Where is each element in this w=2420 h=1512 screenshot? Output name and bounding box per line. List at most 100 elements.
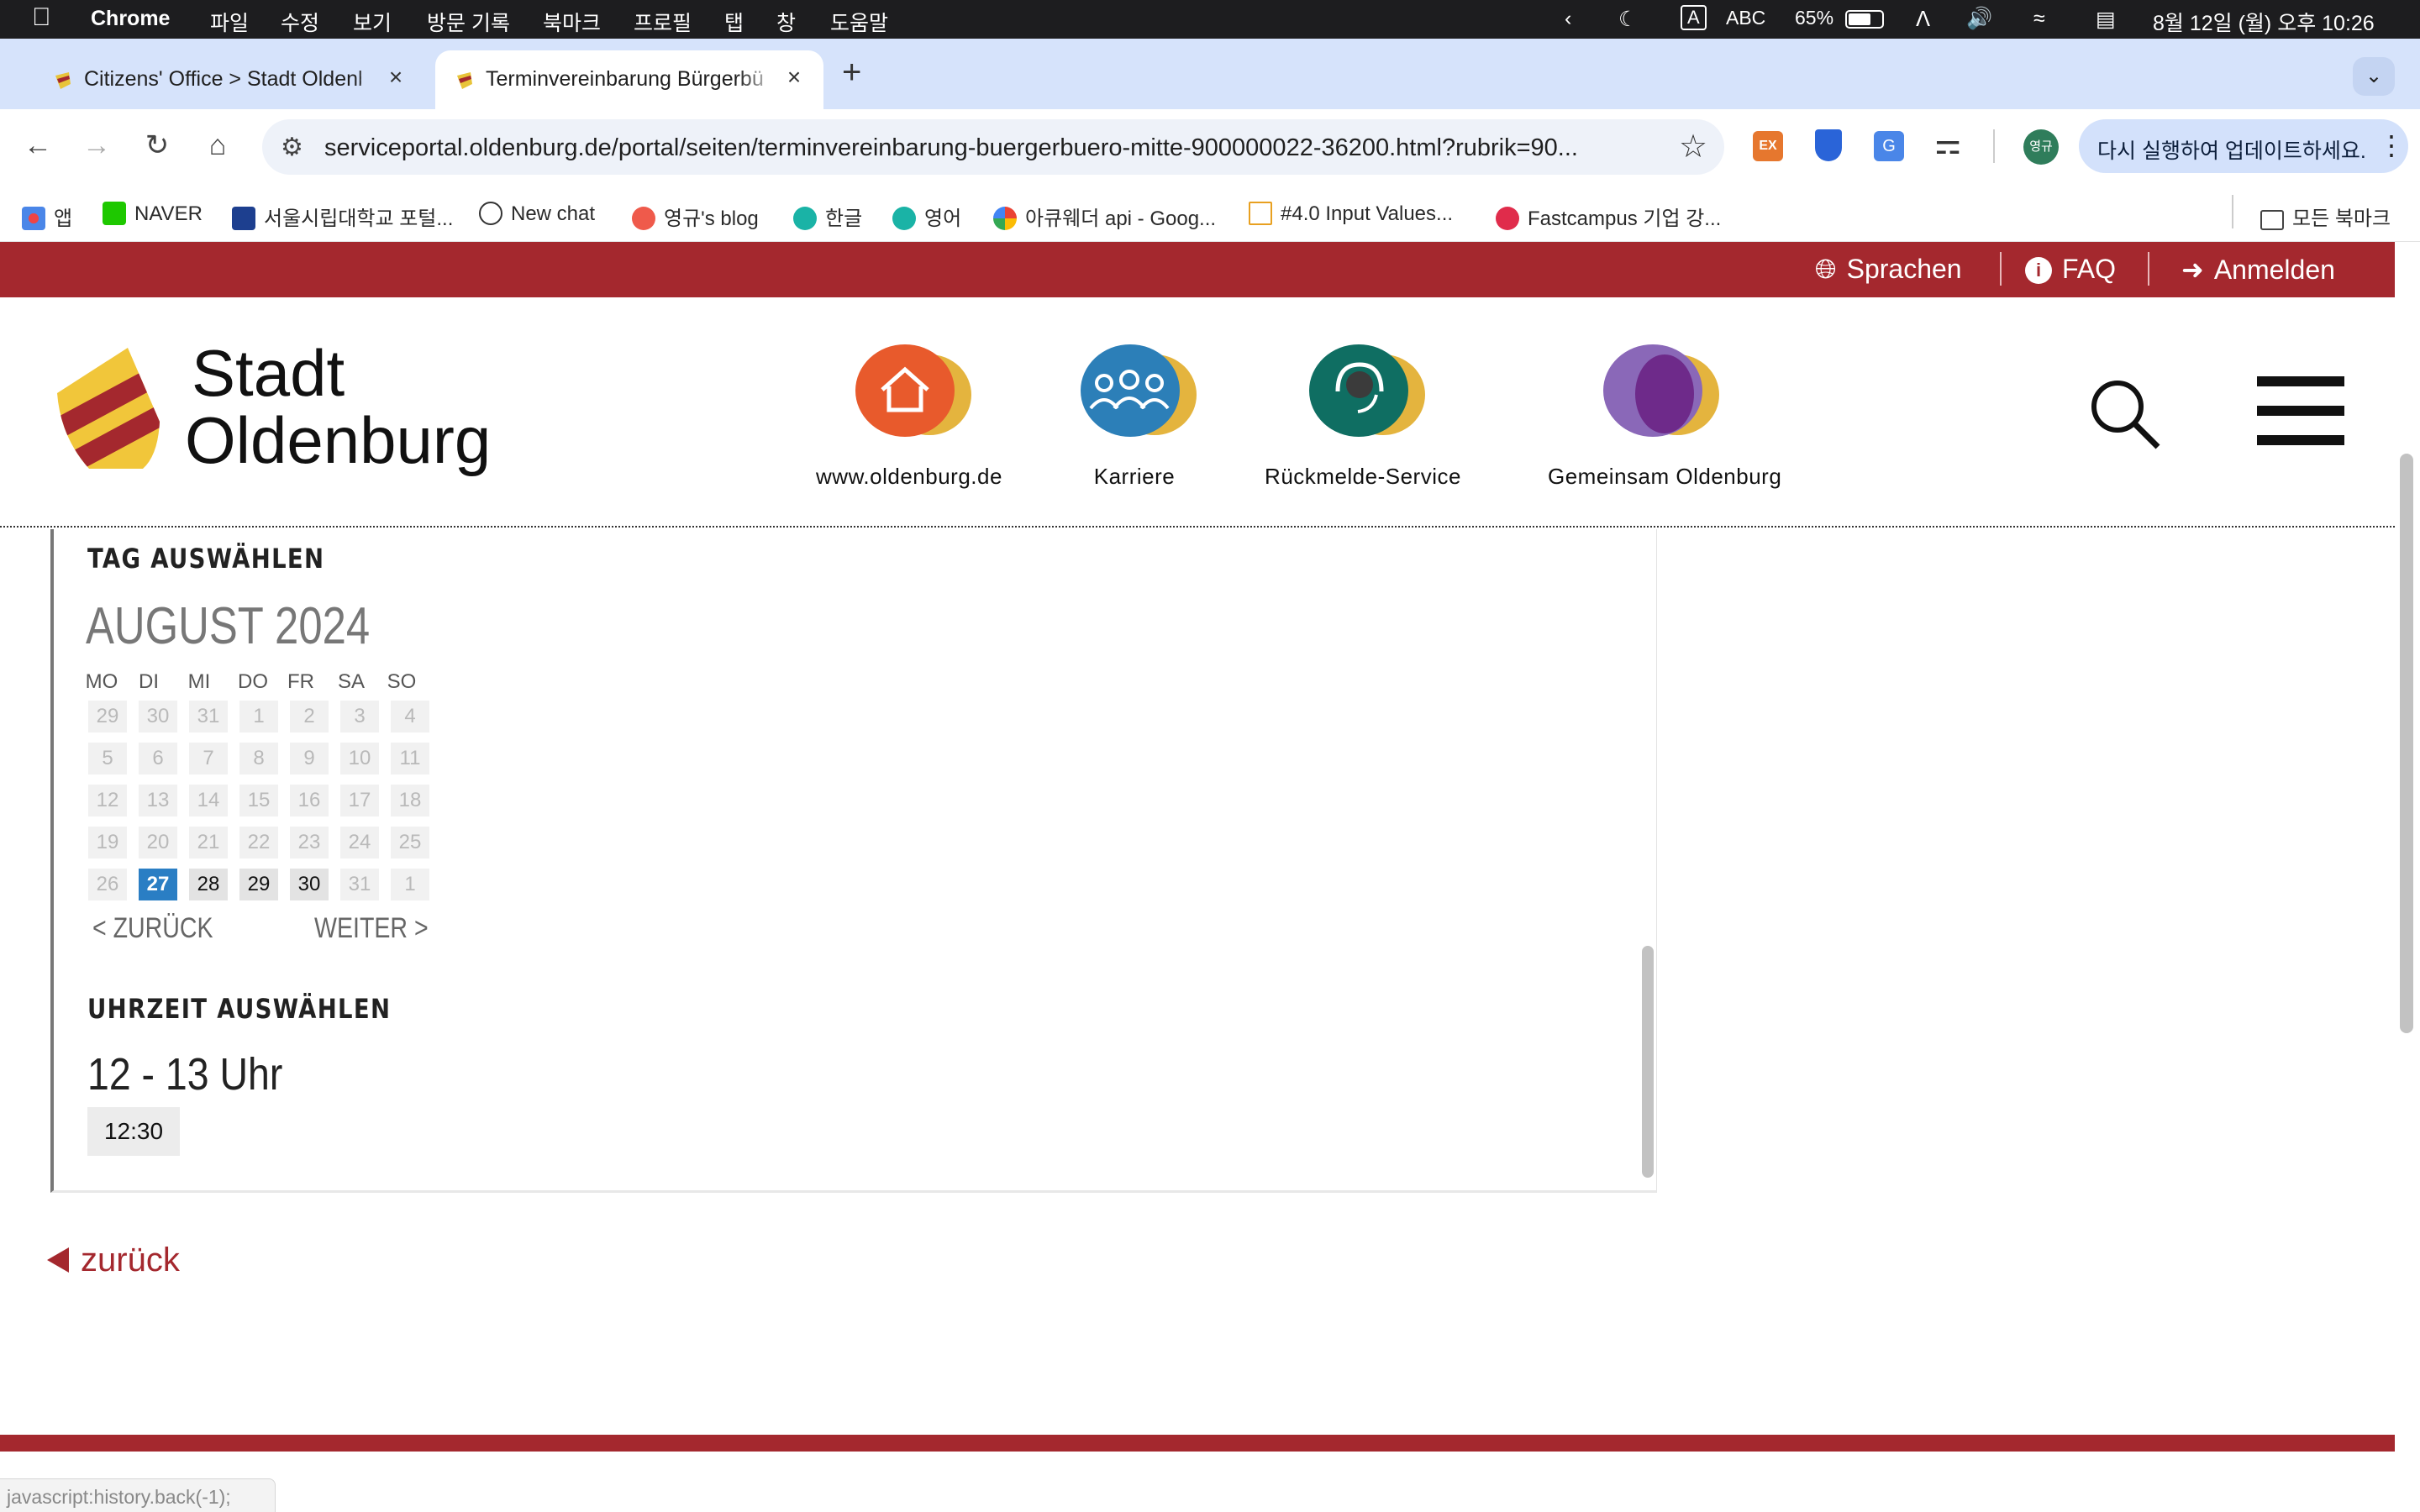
wifi-icon[interactable]: ≈ [2033, 7, 2045, 31]
chevron-left-icon[interactable]: ‹ [1565, 7, 1571, 31]
calendar-day: 6 [139, 743, 177, 774]
nav-karriere[interactable]: Karriere [1025, 344, 1244, 490]
all-bookmarks[interactable]: 모든 북마크 [2260, 202, 2391, 231]
menu-item-view[interactable]: 보기 [353, 7, 392, 37]
bookmark-english[interactable]: 영어 [892, 202, 961, 231]
menu-item-help[interactable]: 도움말 [830, 7, 888, 37]
bookmark-input-values[interactable]: #4.0 Input Values... [1249, 202, 1453, 226]
new-tab-icon[interactable]: + [842, 54, 861, 92]
info-icon: i [2025, 257, 2052, 284]
faq-link[interactable]: i FAQ [2025, 254, 2116, 285]
forward-arrow-icon[interactable]: → [77, 126, 116, 165]
control-center-icon[interactable]: ▤ [2096, 7, 2116, 32]
relaunch-update-button[interactable]: 다시 실행하여 업데이트하세요. ⋮ [2079, 119, 2408, 173]
logo-text-oldenburg[interactable]: Oldenburg [185, 407, 491, 474]
calendar-day: 5 [88, 743, 127, 774]
update-label: 다시 실행하여 업데이트하세요. [2097, 139, 2366, 163]
bluetooth-icon[interactable]: ᐱ [1916, 7, 1930, 32]
bookmark-fastcampus[interactable]: Fastcampus 기업 강... [1496, 202, 1721, 231]
shield-extension-icon[interactable] [1815, 129, 1842, 161]
back-link[interactable]: zurück [47, 1242, 180, 1279]
bookmark-accuweather[interactable]: 아큐웨더 api - Goog... [993, 202, 1216, 231]
bookmark-star-icon[interactable]: ☆ [1679, 128, 1707, 165]
calendar-day: 14 [189, 785, 228, 816]
calendar-day: 1 [391, 869, 429, 900]
calendar-day: 10 [340, 743, 379, 774]
site-settings-icon[interactable]: ⚙ [281, 133, 303, 162]
bookmark-hangul[interactable]: 한글 [793, 202, 862, 231]
time-slot-button[interactable]: 12:30 [87, 1107, 180, 1156]
weekday-fr: FR [287, 670, 314, 693]
calendar-day-available[interactable]: 30 [290, 869, 329, 900]
bookmark-apps[interactable]: 앱 [22, 202, 72, 231]
menu-app-name[interactable]: Chrome [91, 7, 170, 31]
panel-scrollbar[interactable] [1642, 946, 1654, 1178]
login-link[interactable]: ➜ Anmelden [2181, 254, 2335, 286]
hamburger-menu-icon[interactable] [2257, 376, 2344, 445]
address-bar[interactable]: ⚙ serviceportal.oldenburg.de/portal/seit… [262, 119, 1724, 175]
menu-item-edit[interactable]: 수정 [281, 7, 319, 37]
nav-oldenburg-de[interactable]: www.oldenburg.de [800, 344, 1018, 490]
menu-item-file[interactable]: 파일 [210, 7, 249, 37]
menu-item-window[interactable]: 창 [776, 7, 796, 37]
nav-rueckmelde-service[interactable]: Rückmelde-Service [1254, 344, 1472, 490]
close-tab-icon[interactable]: × [781, 64, 807, 91]
input-indicator[interactable]: A [1681, 5, 1707, 30]
menu-item-bookmarks[interactable]: 북마크 [543, 7, 601, 37]
menu-item-profiles[interactable]: 프로필 [634, 7, 692, 37]
calendar-day: 22 [239, 827, 278, 858]
reload-icon[interactable]: ↻ [138, 126, 176, 165]
nav-gemeinsam-oldenburg[interactable]: Gemeinsam Oldenburg [1548, 344, 1781, 490]
tab-title: Citizens' Office > Stadt Oldenburg [84, 67, 361, 91]
edge-icon [892, 207, 916, 230]
service-topbar: 🌐︎ Sprachen i FAQ ➜ Anmelden [0, 242, 2395, 297]
menu-clock[interactable]: 8월 12일 (월) 오후 10:26 [2153, 7, 2375, 37]
calendar-day-selected[interactable]: 27 [139, 869, 177, 900]
bookmark-naver[interactable]: NAVER [103, 202, 203, 226]
volume-icon[interactable]: 🔊 [1966, 7, 1992, 31]
search-icon[interactable] [2087, 376, 2163, 452]
tab-title: Terminvereinbarung Bürgerbüro [486, 67, 763, 91]
calendar-day-available[interactable]: 29 [239, 869, 278, 900]
tab-search-chevron-icon[interactable]: ⌄ [2353, 57, 2395, 96]
nav-label: Karriere [1093, 464, 1176, 489]
more-menu-icon[interactable]: ⋮ [2378, 129, 2405, 161]
bookmark-new-chat[interactable]: New chat [479, 202, 595, 226]
calendar-day: 25 [391, 827, 429, 858]
battery-percent: 65% [1795, 7, 1834, 29]
page-scrollbar[interactable] [2400, 454, 2413, 1033]
calendar-day-available[interactable]: 28 [189, 869, 228, 900]
moon-icon[interactable]: ☾ [1618, 7, 1637, 32]
bookmark-uos-portal[interactable]: 서울시립대학교 포털... [232, 202, 453, 231]
back-arrow-icon[interactable]: ← [18, 126, 57, 165]
tab-citizens-office[interactable]: Citizens' Office > Stadt Oldenburg × [34, 50, 425, 109]
home-icon[interactable]: ⌂ [198, 126, 237, 165]
extensions-puzzle-icon[interactable]: ⚎ [1934, 126, 1961, 161]
calendar-day: 15 [239, 785, 278, 816]
menu-item-tab[interactable]: 탭 [724, 7, 744, 37]
logo-text-stadt[interactable]: Stadt [192, 339, 345, 407]
edge-icon [793, 207, 817, 230]
triangle-left-icon [47, 1247, 69, 1273]
status-bubble: javascript:history.back(-1); [0, 1478, 276, 1512]
weekday-mi: MI [187, 670, 211, 693]
calendar-day: 9 [290, 743, 329, 774]
battery-icon[interactable] [1845, 10, 1884, 29]
bookmark-blog[interactable]: 영규's blog [632, 202, 759, 231]
profile-avatar[interactable]: 영규 [2023, 129, 2059, 165]
translate-icon[interactable]: G [1874, 131, 1904, 161]
nav-label: Rückmelde-Service [1265, 464, 1461, 489]
calendar-next-button[interactable]: WEITER > [314, 912, 429, 945]
extension-ex-icon[interactable]: EX [1753, 131, 1783, 161]
tab-terminvereinbarung[interactable]: Terminvereinbarung Bürgerbüro × [435, 50, 823, 109]
input-source-label[interactable]: ABC [1726, 7, 1765, 29]
close-tab-icon[interactable]: × [383, 64, 408, 91]
calendar-prev-button[interactable]: < ZURÜCK [92, 912, 213, 945]
site-header: Stadt Oldenburg www.oldenburg.de Karrier… [0, 297, 2395, 528]
footer-bar [0, 1435, 2395, 1452]
apple-icon[interactable]:  [32, 3, 51, 32]
languages-link[interactable]: 🌐︎ Sprachen [1815, 254, 1962, 286]
url-text[interactable]: serviceportal.oldenburg.de/portal/seiten… [324, 134, 1660, 162]
menu-item-history[interactable]: 방문 기록 [427, 7, 510, 37]
oldenburg-coat-of-arms-icon[interactable] [52, 344, 161, 470]
